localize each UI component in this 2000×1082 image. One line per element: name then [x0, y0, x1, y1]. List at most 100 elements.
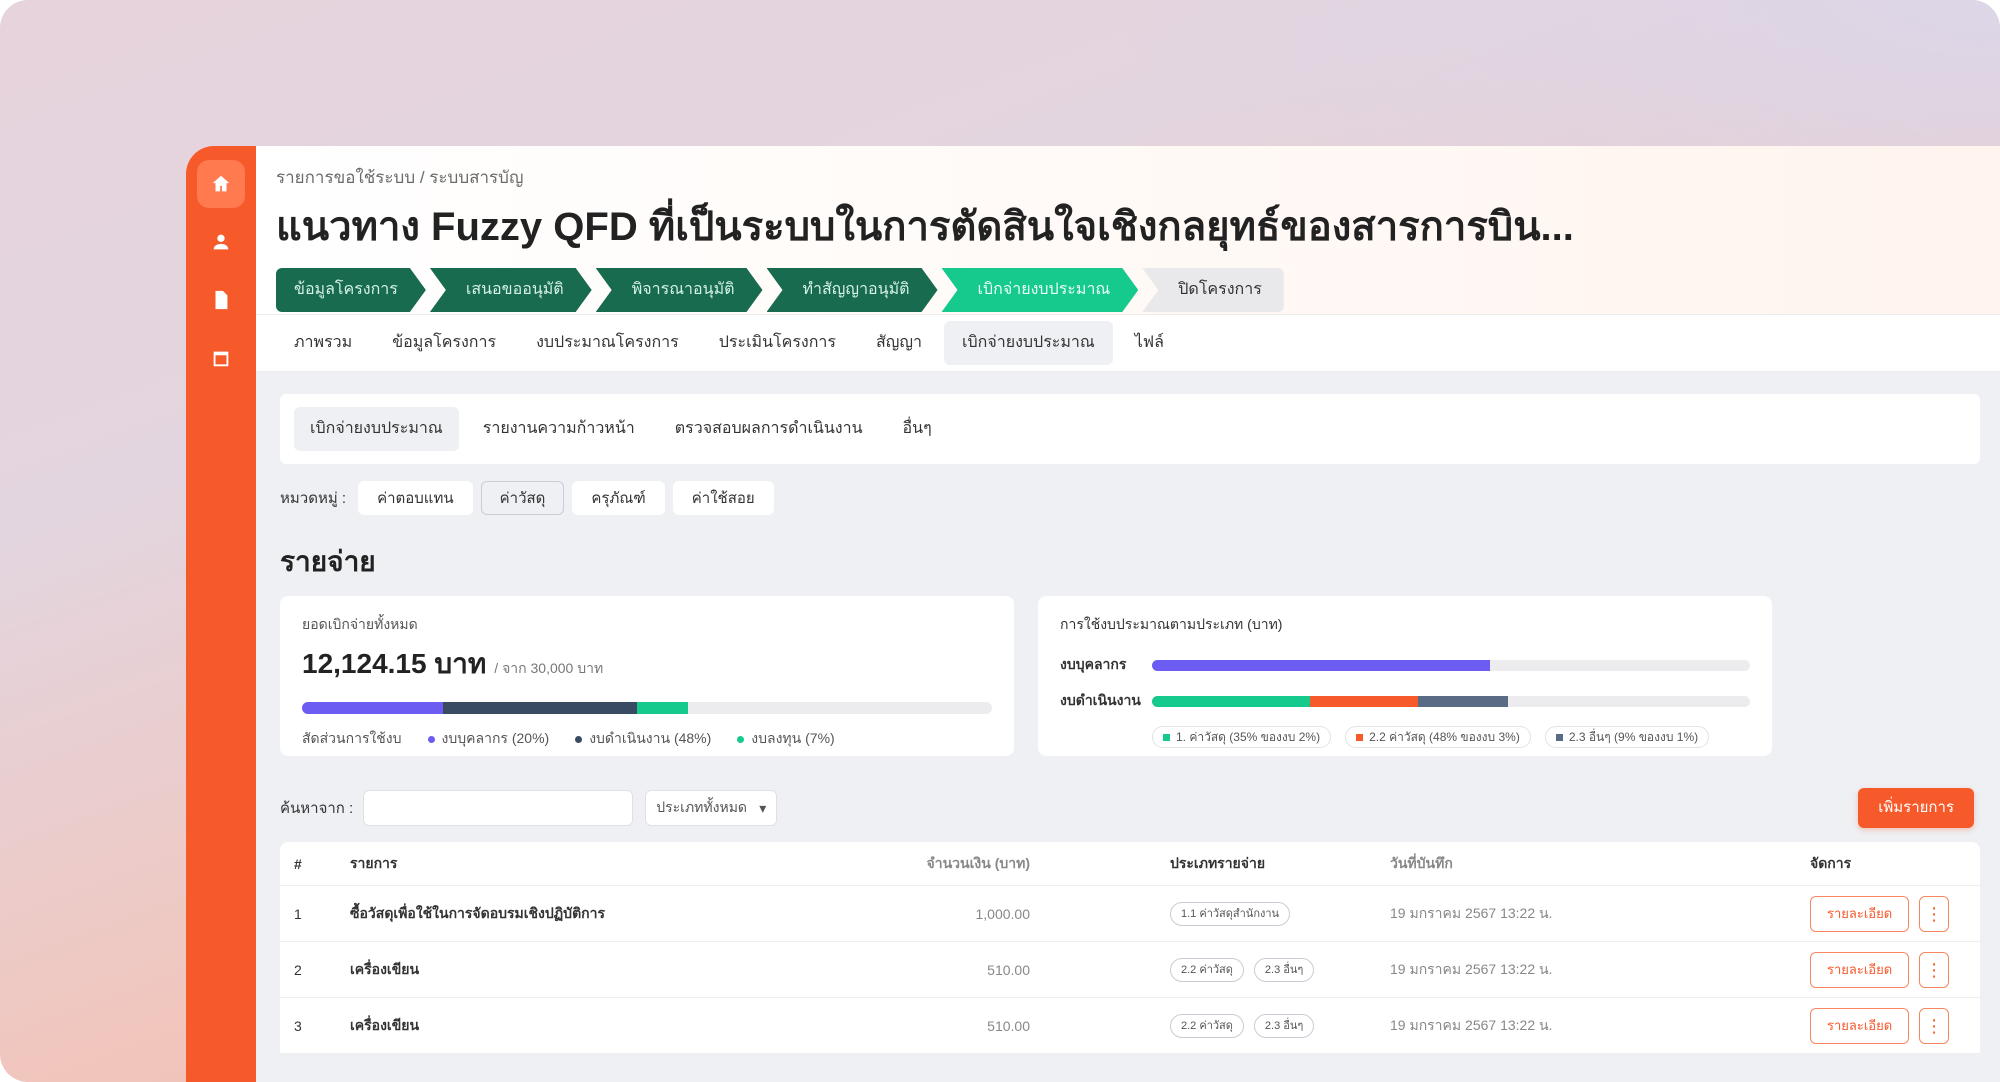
tab-project-info[interactable]: ข้อมูลโครงการ [374, 321, 514, 365]
table-header: # รายการ จำนวนเงิน (บาท) ประเภทรายจ่าย ว… [280, 842, 1980, 886]
bar-segment [302, 702, 444, 714]
row-type: 1.1 ค่าวัสดุสำนักงาน [1030, 901, 1390, 926]
row-name: ซื้อวัสดุเพื่อใช้ในการจัดอบรมเชิงปฏิบัติ… [350, 904, 606, 921]
row-amount: 510.00 [987, 1017, 1030, 1034]
legend-label: 1. ค่าวัสดุ (35% ของงบ 2%) [1176, 730, 1321, 744]
bar-segment [1152, 695, 1311, 707]
row-type: 2.2 ค่าวัสดุ 2.3 อื่นๆ [1030, 1013, 1390, 1038]
content: เบิกจ่ายงบประมาณ รายงานความก้าวหน้า ตรวจ… [256, 372, 2000, 1054]
tab-budget[interactable]: งบประมาณโครงการ [518, 321, 697, 365]
header-name: รายการ [350, 854, 398, 871]
row-no: 1 [294, 905, 302, 922]
legend-title: สัดส่วนการใช้งบ [302, 730, 402, 746]
chip-compensation[interactable]: ค่าตอบแทน [358, 481, 473, 515]
legend-label: งบดำเนินงาน (48%) [589, 730, 712, 746]
breakdown-legend-item: 1. ค่าวัสดุ (35% ของงบ 2%) [1152, 726, 1332, 748]
header-amount: จำนวนเงิน (บาท) [926, 854, 1030, 871]
tab-files[interactable]: ไฟล์ [1117, 321, 1182, 365]
more-icon[interactable]: ⋮ [1919, 895, 1950, 932]
type-tag: 2.3 อื่นๆ [1253, 957, 1315, 982]
bar-segment [1418, 695, 1508, 707]
subtab-progress-report[interactable]: รายงานความก้าวหน้า [467, 407, 651, 451]
subtab-other[interactable]: อื่นๆ [887, 407, 948, 451]
legend-label: 2.2 ค่าวัสดุ (48% ของงบ 3%) [1369, 730, 1520, 744]
row-no: 3 [294, 1017, 302, 1034]
details-button[interactable]: รายละเอียด [1810, 1007, 1910, 1044]
type-tag: 2.2 ค่าวัสดุ [1170, 1013, 1244, 1038]
tab-evaluation[interactable]: ประเมินโครงการ [701, 321, 854, 365]
bar-segment [1152, 659, 1490, 671]
sidebar-home[interactable] [197, 160, 245, 208]
search-label: ค้นหาจาก : [280, 800, 354, 817]
row-amount: 510.00 [987, 961, 1030, 978]
document-icon [215, 290, 228, 310]
home-icon [212, 175, 230, 192]
row-actions: รายละเอียด ⋮ [1810, 951, 1980, 988]
breakdown-card: การใช้งบประมาณตามประเภท (บาท) งบบุคลากร … [1038, 596, 1772, 756]
breakdown-row-label: งบบุคลากร [1060, 656, 1127, 672]
bar-segment [1310, 695, 1419, 707]
app-window: รายการขอใช้ระบบ / ระบบสารบัญ แนวทาง Fuzz… [186, 146, 2000, 1082]
sidebar-document[interactable] [197, 276, 245, 324]
row-date: 19 มกราคม 2567 13:22 น. [1390, 904, 1553, 921]
legend-dot [737, 735, 745, 743]
total-label: ยอดเบิกจ่ายทั้งหมด [302, 616, 418, 632]
more-icon[interactable]: ⋮ [1919, 1007, 1950, 1044]
subtab-audit[interactable]: ตรวจสอบผลการดำเนินงาน [659, 407, 879, 451]
row-no: 2 [294, 961, 302, 978]
more-icon[interactable]: ⋮ [1919, 951, 1950, 988]
row-actions: รายละเอียด ⋮ [1810, 1007, 1980, 1044]
row-actions: รายละเอียด ⋮ [1810, 895, 1980, 932]
breadcrumb[interactable]: รายการขอใช้ระบบ / ระบบสารบัญ [276, 164, 1980, 188]
chip-materials[interactable]: ค่าวัสดุ [480, 481, 565, 515]
sidebar-user[interactable] [197, 218, 245, 266]
progress-steps: ข้อมูลโครงการ เสนอขออนุมัติ พิจารณาอนุมั… [276, 268, 1980, 312]
table-row: 2 เครื่องเขียน 510.00 2.2 ค่าวัสดุ 2.3 อื… [280, 942, 1980, 998]
step-project-info[interactable]: ข้อมูลโครงการ [276, 268, 426, 312]
tab-disbursement[interactable]: เบิกจ่ายงบประมาณ [944, 321, 1113, 365]
page-header: รายการขอใช้ระบบ / ระบบสารบัญ แนวทาง Fuzz… [256, 146, 2000, 314]
chip-equipment[interactable]: ครุภัณฑ์ [572, 481, 665, 515]
tab-overview[interactable]: ภาพรวม [276, 321, 370, 365]
step-review-approval[interactable]: พิจารณาอนุมัติ [596, 268, 763, 312]
breakdown-title: การใช้งบประมาณตามประเภท (บาท) [1060, 616, 1283, 632]
table-row: 3 เครื่องเขียน 510.00 2.2 ค่าวัสดุ 2.3 อื… [280, 998, 1980, 1054]
sidebar-calendar[interactable] [197, 334, 245, 382]
filter-label: หมวดหมู่ : [280, 490, 347, 507]
chip-expenses[interactable]: ค่าใช้สอย [672, 481, 774, 515]
breakdown-legend-item: 2.3 อื่นๆ (9% ของงบ 1%) [1544, 726, 1710, 748]
sidebar [186, 146, 256, 1082]
legend-swatch [1555, 733, 1563, 741]
breakdown-bar-personnel [1152, 659, 1750, 671]
tab-contract[interactable]: สัญญา [858, 321, 940, 365]
subtab-bar: เบิกจ่ายงบประมาณ รายงานความก้าวหน้า ตรวจ… [280, 394, 1980, 464]
page-title: แนวทาง Fuzzy QFD ที่เป็นระบบในการตัดสินใ… [276, 205, 1574, 249]
total-budget: / จาก 30,000 บาท [494, 660, 604, 676]
search-input[interactable] [363, 790, 634, 826]
section-title: รายจ่าย [280, 546, 376, 577]
type-select[interactable]: ประเภททั้งหมด ▾ [645, 790, 778, 826]
total-amount: 12,124.15 บาท [302, 648, 487, 679]
search-row: ค้นหาจาก : ประเภททั้งหมด ▾ เพิ่มรายการ [280, 788, 1980, 828]
breakdown-bar-operations [1152, 695, 1750, 707]
row-name: เครื่องเขียน [350, 1016, 420, 1033]
header-date: วันที่บันทึก [1390, 854, 1453, 871]
legend-item: งบดำเนินงาน (48%) [575, 728, 711, 750]
step-disbursement[interactable]: เบิกจ่ายงบประมาณ [942, 268, 1139, 312]
step-close-project[interactable]: ปิดโครงการ [1142, 268, 1284, 312]
main-area: รายการขอใช้ระบบ / ระบบสารบัญ แนวทาง Fuzz… [256, 146, 2000, 1082]
row-date: 19 มกราคม 2567 13:22 น. [1390, 1016, 1553, 1033]
type-tag: 2.2 ค่าวัสดุ [1170, 957, 1244, 982]
step-request-approval[interactable]: เสนอขออนุมัติ [430, 268, 592, 312]
step-contract[interactable]: ทำสัญญาอนุมัติ [767, 268, 938, 312]
chevron-down-icon: ▾ [759, 799, 767, 816]
details-button[interactable]: รายละเอียด [1810, 895, 1910, 932]
type-tag: 1.1 ค่าวัสดุสำนักงาน [1170, 901, 1291, 926]
subtab-disbursement[interactable]: เบิกจ่ายงบประมาณ [294, 407, 459, 451]
bar-segment [636, 702, 689, 714]
legend-label: งบบุคลากร (20%) [441, 730, 550, 746]
legend-item: งบบุคลากร (20%) [427, 728, 550, 750]
details-button[interactable]: รายละเอียด [1810, 951, 1910, 988]
add-expense-button[interactable]: เพิ่มรายการ [1858, 788, 1974, 828]
bar-segment [443, 702, 637, 714]
